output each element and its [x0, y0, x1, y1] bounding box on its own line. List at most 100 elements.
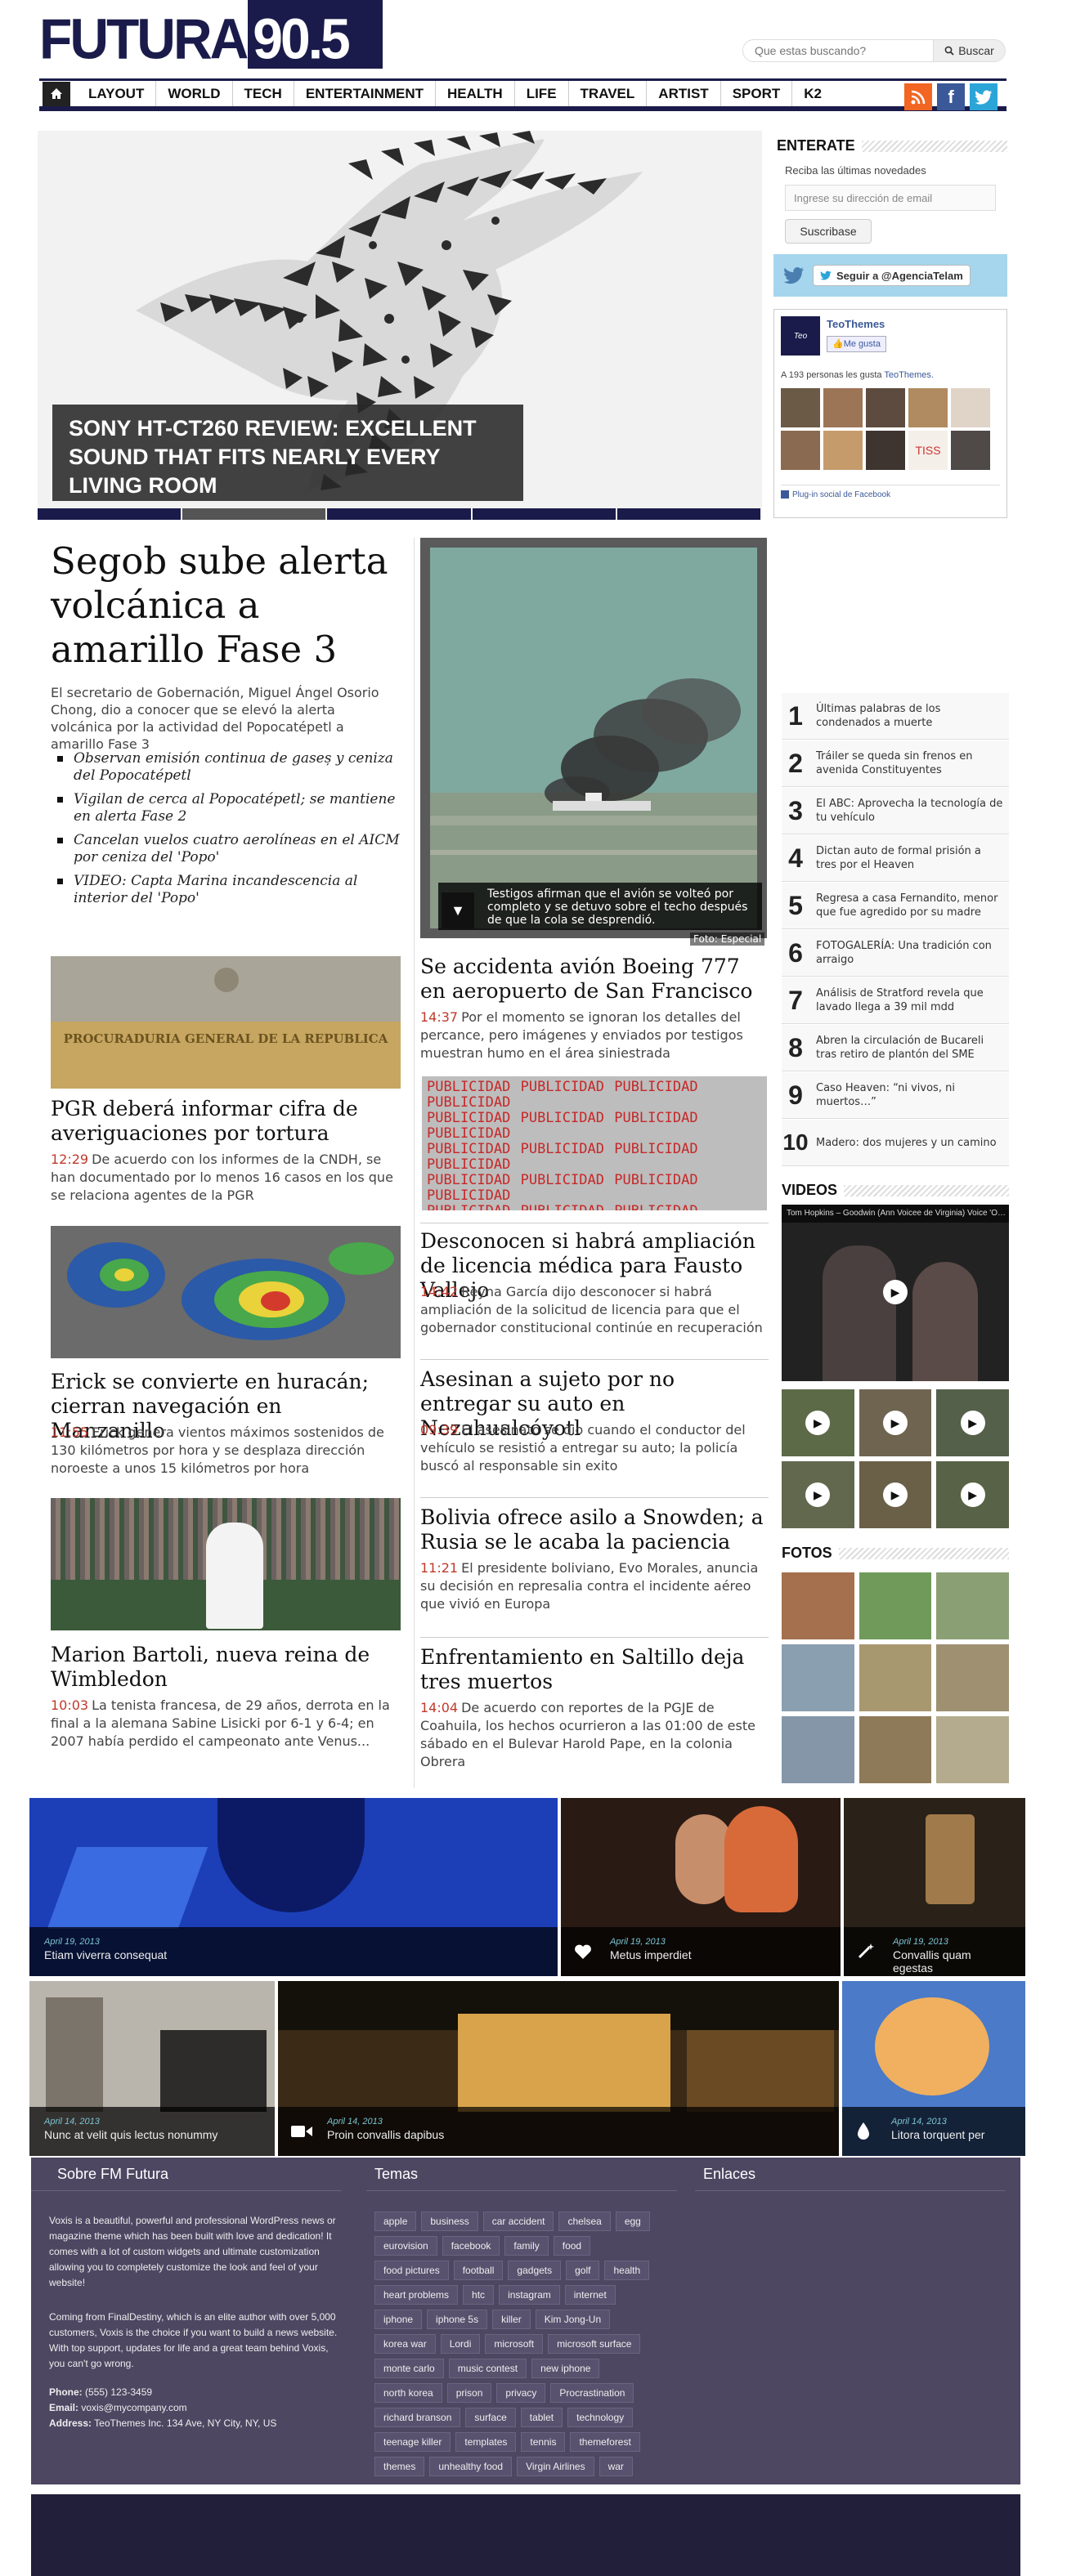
gallery-item[interactable]: April 14, 2013 Litora torquent per — [842, 1981, 1025, 2156]
tag[interactable]: themeforest — [570, 2432, 640, 2452]
tag[interactable]: eurovision — [374, 2236, 437, 2256]
fan-avatar[interactable] — [781, 388, 820, 427]
home-button[interactable] — [43, 81, 70, 106]
slider-dot[interactable] — [616, 508, 761, 520]
fan-avatar[interactable] — [951, 388, 990, 427]
email-field[interactable]: Ingrese su dirección de email — [785, 185, 996, 211]
ranking-item[interactable]: 4 Dictan auto de formal prisión a tres po… — [782, 835, 1009, 882]
photo-thumb[interactable] — [936, 1644, 1009, 1711]
tag[interactable]: music contest — [448, 2359, 527, 2378]
photo-thumb[interactable] — [936, 1716, 1009, 1783]
related-link[interactable]: VIDEO: Capta Marina incandescencia al in… — [51, 873, 410, 907]
tag[interactable]: templates — [455, 2432, 517, 2452]
photo-thumb[interactable] — [859, 1716, 932, 1783]
tag[interactable]: korea war — [374, 2334, 436, 2354]
rss-icon[interactable] — [904, 83, 932, 110]
tag[interactable]: gadgets — [508, 2261, 562, 2280]
tag[interactable]: Virgin Airlines — [517, 2457, 594, 2476]
fan-avatar[interactable] — [823, 388, 863, 427]
related-link[interactable]: Vigilan de cerca al Popocatépetl; se man… — [51, 791, 410, 825]
gallery-title[interactable]: Proin convallis dapibus — [327, 2128, 824, 2141]
gallery-item[interactable]: April 14, 2013 Nunc at velit quis lectus … — [29, 1981, 275, 2156]
ranking-item[interactable]: 9 Caso Heaven: “ni vivos, ni muertos…” — [782, 1072, 1009, 1119]
tag[interactable]: golf — [566, 2261, 600, 2280]
gallery-title[interactable]: Etiam viverra consequat — [44, 1948, 543, 1961]
slider-dot[interactable] — [472, 508, 616, 520]
tag[interactable]: prison — [446, 2383, 492, 2403]
tag[interactable]: health — [604, 2261, 650, 2280]
tag[interactable]: war — [599, 2457, 633, 2476]
ranking-item[interactable]: 3 El ABC: Aprovecha la tecnología de tu v… — [782, 788, 1009, 834]
nav-item-travel[interactable]: TRAVEL — [569, 81, 648, 106]
tag[interactable]: teenage killer — [374, 2432, 451, 2452]
tag[interactable]: microsoft surface — [548, 2334, 641, 2354]
hero-caption[interactable]: SONY HT-CT260 REVIEW: EXCELLENT SOUND TH… — [52, 405, 523, 501]
tag[interactable]: Procrastination — [550, 2383, 634, 2403]
photo-thumb[interactable] — [782, 1644, 854, 1711]
ranking-item[interactable]: 10 Madero: dos mujeres y un camino — [782, 1120, 1009, 1166]
gallery-item[interactable]: April 14, 2013 Proin convallis dapibus — [278, 1981, 839, 2156]
ranking-item[interactable]: 6 FOTOGALERÍA: Una tradición con arraigo — [782, 930, 1009, 977]
related-link[interactable]: Observan emisión continua de gaseș y cen… — [51, 750, 410, 785]
subscribe-button[interactable]: Suscribase — [785, 219, 872, 244]
tag[interactable]: tennis — [521, 2432, 566, 2452]
slider-dot[interactable] — [182, 508, 326, 520]
ranking-item[interactable]: 1 Últimas palabras de los condenados a mu… — [782, 693, 1009, 740]
video-thumb[interactable]: ▶ — [859, 1389, 932, 1456]
hurricane-map-photo[interactable] — [51, 1226, 401, 1358]
tag[interactable]: family — [504, 2236, 549, 2256]
tag[interactable]: iphone — [374, 2310, 423, 2329]
twitter-icon[interactable] — [970, 83, 998, 110]
featured-video[interactable]: Tom Hopkins – Goodwin (Ann Voicee de Vir… — [782, 1205, 1009, 1381]
story-title[interactable]: Enfrentamiento en Saltillo deja tres mue… — [420, 1645, 769, 1694]
tag[interactable]: heart problems — [374, 2285, 459, 2305]
slider-dot[interactable] — [38, 508, 182, 520]
tag[interactable]: food pictures — [374, 2261, 449, 2280]
fan-avatar[interactable] — [908, 388, 948, 427]
tag[interactable]: instagram — [499, 2285, 560, 2305]
slider-dot[interactable] — [327, 508, 471, 520]
photo-thumb[interactable] — [782, 1716, 854, 1783]
tag[interactable]: internet — [564, 2285, 616, 2305]
video-thumb[interactable]: ▶ — [782, 1389, 854, 1456]
fb-like-button[interactable]: 👍Me gusta — [827, 336, 886, 352]
photo-thumb[interactable] — [782, 1572, 854, 1639]
fan-avatar[interactable] — [866, 388, 905, 427]
ad-banner[interactable]: PUBLICIDAD PUBLICIDAD PUBLICIDAD PUBLICI… — [422, 1076, 767, 1210]
ranking-item[interactable]: 7 Análisis de Stratford revela que lavado… — [782, 977, 1009, 1024]
nav-item-entertainment[interactable]: ENTERTAINMENT — [294, 81, 437, 106]
photo-thumb[interactable] — [859, 1644, 932, 1711]
nav-item-k2[interactable]: K2 — [792, 81, 833, 106]
fan-avatar[interactable] — [823, 431, 863, 470]
search-button[interactable]: Buscar — [933, 40, 1005, 61]
ranking-item[interactable]: 2 Tráiler se queda sin frenos en avenida … — [782, 740, 1009, 787]
facebook-icon[interactable]: f — [937, 83, 965, 110]
nav-item-tech[interactable]: TECH — [233, 81, 294, 106]
tag[interactable]: tablet — [520, 2408, 563, 2427]
tag[interactable]: privacy — [496, 2383, 546, 2403]
twitter-follow-button[interactable]: Seguir a @AgenciaTelam — [813, 265, 971, 286]
fan-avatar[interactable]: TISS — [908, 431, 948, 470]
search-input[interactable] — [743, 40, 931, 61]
fan-avatar[interactable] — [781, 431, 820, 470]
fan-avatar[interactable] — [951, 431, 990, 470]
tag[interactable]: killer — [492, 2310, 531, 2329]
tag[interactable]: themes — [374, 2457, 425, 2476]
tag[interactable]: surface — [465, 2408, 516, 2427]
gallery-title[interactable]: Litora torquent per — [891, 2128, 1011, 2141]
video-thumb[interactable]: ▶ — [859, 1461, 932, 1528]
gallery-title[interactable]: Nunc at velit quis lectus nonummy — [44, 2128, 260, 2141]
tag[interactable]: facebook — [442, 2236, 500, 2256]
play-icon[interactable]: ▶ — [883, 1280, 908, 1304]
tag[interactable]: unhealthy food — [429, 2457, 513, 2476]
tag[interactable]: business — [421, 2212, 478, 2231]
ranking-item[interactable]: 8 Abren la circulación de Bucareli tras r… — [782, 1025, 1009, 1071]
tag[interactable]: new iphone — [531, 2359, 600, 2378]
ranking-item[interactable]: 5 Regresa a casa Fernandito, menor que fu… — [782, 883, 1009, 929]
fb-plugin-label[interactable]: Plug-in social de Facebook — [781, 485, 1000, 499]
fb-page-avatar[interactable]: Teo — [781, 316, 820, 356]
nav-item-sport[interactable]: SPORT — [721, 81, 793, 106]
story-title[interactable]: Se accidenta avión Boeing 777 en aeropue… — [420, 955, 769, 1004]
footer-email[interactable]: Email: voxis@mycompany.com — [49, 2400, 343, 2416]
nav-item-layout[interactable]: LAYOUT — [77, 81, 157, 106]
